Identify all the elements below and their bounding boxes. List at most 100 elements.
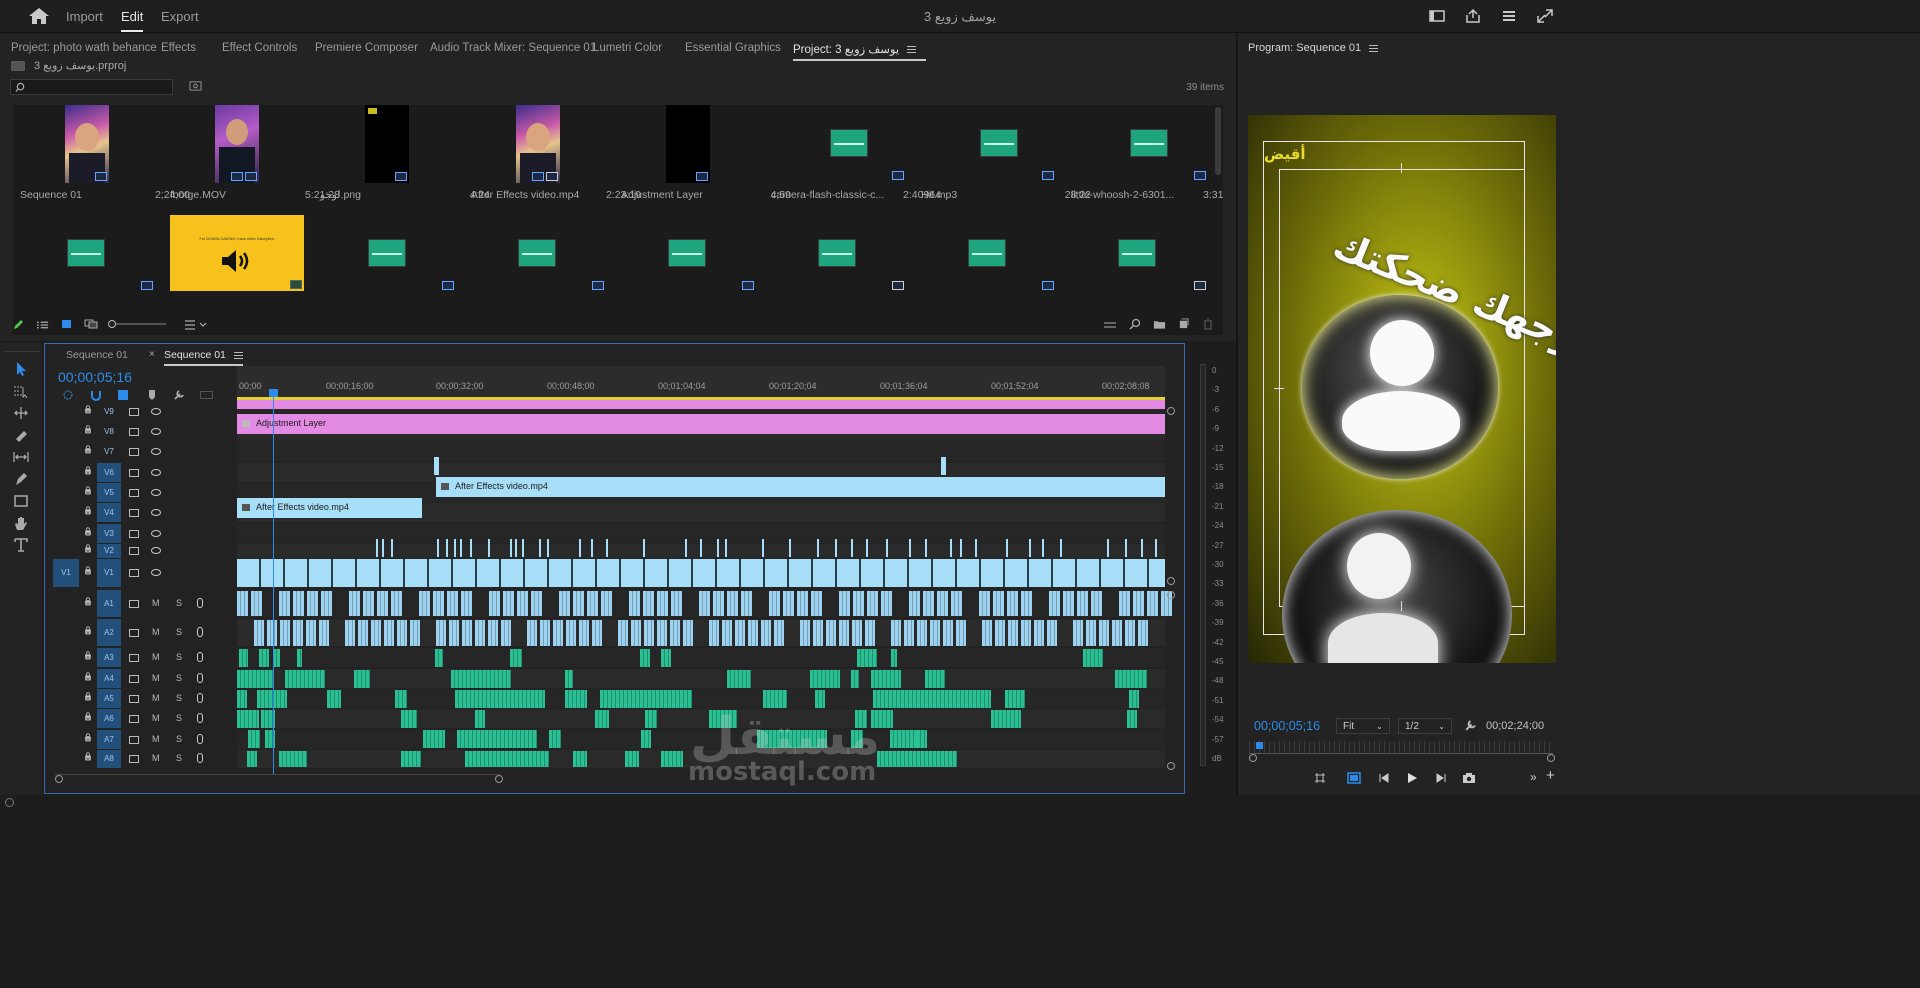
lock-icon[interactable]: 🔒 <box>83 692 93 701</box>
audio-clip[interactable] <box>527 620 537 646</box>
audio-clip[interactable] <box>237 690 247 708</box>
track-toggle-v7[interactable]: V7 <box>97 442 121 461</box>
audio-clip[interactable] <box>395 690 407 708</box>
audio-clip[interactable] <box>279 751 307 767</box>
audio-clip[interactable] <box>371 620 381 646</box>
track-lane-a3[interactable] <box>237 648 1165 667</box>
audio-clip[interactable] <box>917 730 927 748</box>
audio-clip[interactable] <box>566 620 576 646</box>
audio-clip[interactable] <box>890 730 920 748</box>
eye-icon[interactable] <box>151 529 161 537</box>
audio-clip[interactable] <box>943 620 953 646</box>
audio-clip[interactable] <box>839 620 849 646</box>
solo-button[interactable]: S <box>176 693 182 703</box>
eye-icon[interactable] <box>151 468 161 476</box>
audio-clip[interactable] <box>643 591 654 616</box>
audio-clip[interactable] <box>595 710 609 728</box>
lock-icon[interactable]: 🔒 <box>83 733 93 742</box>
track-toggle-a5[interactable]: A5 <box>97 689 121 708</box>
sync-lock-icon[interactable] <box>129 599 139 608</box>
eye-icon[interactable] <box>151 427 161 435</box>
sequence-tab-2[interactable]: Sequence 01 <box>164 349 243 366</box>
mute-button[interactable]: M <box>152 713 160 723</box>
audio-clip[interactable] <box>1077 591 1088 616</box>
audio-clip[interactable] <box>657 620 667 646</box>
scroll-handle-right[interactable] <box>495 775 503 783</box>
audio-clip[interactable] <box>327 690 341 708</box>
audio-clip[interactable] <box>384 620 394 646</box>
sync-lock-icon[interactable] <box>129 508 139 517</box>
microphone-icon[interactable] <box>197 672 203 683</box>
tab-effect-controls[interactable]: Effect Controls <box>222 42 297 54</box>
program-menu-icon[interactable] <box>1369 44 1379 52</box>
clip-v2[interactable] <box>391 539 393 557</box>
play-icon[interactable] <box>1406 772 1418 784</box>
audio-clip[interactable] <box>937 591 948 616</box>
bin-item-audio[interactable] <box>13 215 193 325</box>
audio-clip[interactable] <box>867 591 878 616</box>
eye-icon[interactable] <box>151 569 161 576</box>
sync-lock-icon[interactable] <box>129 447 139 456</box>
audio-clip[interactable] <box>573 751 587 767</box>
clip-ae-video-v5[interactable]: After Effects video.mp4 <box>436 477 1165 497</box>
audio-clip[interactable] <box>306 620 316 646</box>
track-toggle-a1[interactable]: A1 <box>97 590 121 617</box>
clip-v2[interactable] <box>591 539 593 557</box>
trash-icon[interactable] <box>1203 318 1213 330</box>
audio-clip[interactable] <box>345 620 355 646</box>
panel-menu-icon[interactable] <box>907 46 917 54</box>
microphone-icon[interactable] <box>197 712 203 723</box>
clip-v2[interactable] <box>700 539 702 557</box>
audio-clip[interactable] <box>722 620 732 646</box>
sequence-tab-1[interactable]: Sequence 01 <box>66 349 128 361</box>
audio-clip[interactable] <box>488 620 498 646</box>
clip-v2[interactable] <box>547 539 549 557</box>
audio-clip[interactable] <box>774 620 784 646</box>
lock-icon[interactable]: 🔒 <box>83 712 93 721</box>
tab-effects[interactable]: Effects <box>161 42 196 54</box>
audio-clip[interactable] <box>811 591 822 616</box>
audio-clip[interactable] <box>891 620 901 646</box>
audio-clip[interactable] <box>631 620 641 646</box>
audio-clip[interactable] <box>462 620 472 646</box>
audio-clip[interactable] <box>857 649 877 667</box>
eye-icon[interactable] <box>151 488 161 496</box>
clip-v9[interactable] <box>237 400 1165 409</box>
sync-lock-icon[interactable] <box>129 468 139 477</box>
audio-clip[interactable] <box>601 591 612 616</box>
freeform-view-icon[interactable] <box>84 319 98 329</box>
clip-v2[interactable] <box>382 539 384 557</box>
clip-v2[interactable] <box>925 539 927 557</box>
solo-button[interactable]: S <box>176 753 182 763</box>
lock-icon[interactable]: 🔒 <box>83 597 93 606</box>
mute-button[interactable]: M <box>152 652 160 662</box>
audio-clip[interactable] <box>280 620 290 646</box>
lock-icon[interactable]: 🔒 <box>83 651 93 660</box>
audio-clip[interactable] <box>419 591 430 616</box>
tab-lumetri-color[interactable]: Lumetri Color <box>593 42 662 54</box>
audio-vscroll-handle[interactable] <box>1167 591 1175 599</box>
sync-lock-icon[interactable] <box>129 628 139 637</box>
audio-clip[interactable] <box>1021 591 1032 616</box>
audio-clip[interactable] <box>640 649 650 667</box>
audio-clip[interactable] <box>401 710 417 728</box>
audio-clip[interactable] <box>510 649 522 667</box>
audio-clip[interactable] <box>923 591 934 616</box>
track-toggle-a8[interactable]: A8 <box>97 750 121 768</box>
sync-lock-icon[interactable] <box>129 714 139 723</box>
slip-tool-icon[interactable] <box>12 449 30 465</box>
icon-view-icon[interactable] <box>62 320 71 328</box>
audio-clip[interactable] <box>949 751 957 767</box>
audio-clip[interactable] <box>995 620 1005 646</box>
new-bin-icon[interactable] <box>1153 319 1166 330</box>
clip-v1-main[interactable] <box>237 559 1165 587</box>
audio-clip[interactable] <box>699 591 710 616</box>
sync-lock-icon[interactable] <box>129 547 139 555</box>
audio-clip[interactable] <box>267 620 277 646</box>
audio-clip[interactable] <box>1115 670 1147 688</box>
audio-clip[interactable] <box>363 591 374 616</box>
audio-clip[interactable] <box>852 620 862 646</box>
mute-button[interactable]: M <box>152 734 160 744</box>
bin-item-audio[interactable] <box>1064 215 1223 325</box>
lock-icon[interactable]: 🔒 <box>83 566 93 575</box>
